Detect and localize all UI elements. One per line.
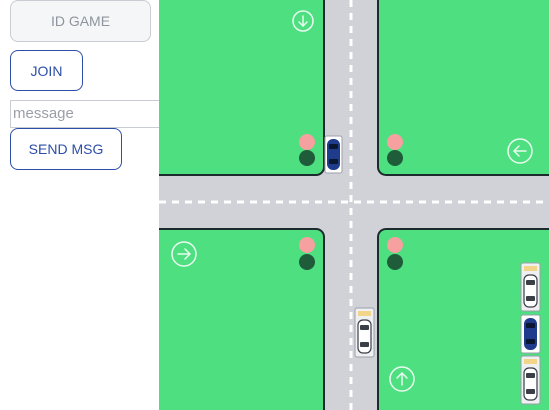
- control-panel: ID GAME JOIN message SEND MSG: [0, 0, 162, 410]
- intersection-map: [159, 0, 549, 410]
- car-blue-northbound[interactable]: [324, 135, 343, 174]
- grass-block-bottom-left: [159, 228, 325, 410]
- car-white-southbound[interactable]: [354, 307, 375, 358]
- id-game-field[interactable]: ID GAME: [10, 0, 151, 42]
- grass-block-top-right: [377, 0, 549, 176]
- join-button[interactable]: JOIN: [10, 50, 83, 91]
- car-white-queue-2[interactable]: [520, 355, 541, 405]
- message-input[interactable]: message: [10, 100, 162, 128]
- game-board[interactable]: [159, 0, 549, 410]
- car-blue-queue[interactable]: [520, 314, 541, 354]
- car-white-queue-1[interactable]: [520, 262, 541, 312]
- send-msg-button[interactable]: SEND MSG: [10, 128, 122, 170]
- grass-block-top-left: [159, 0, 325, 176]
